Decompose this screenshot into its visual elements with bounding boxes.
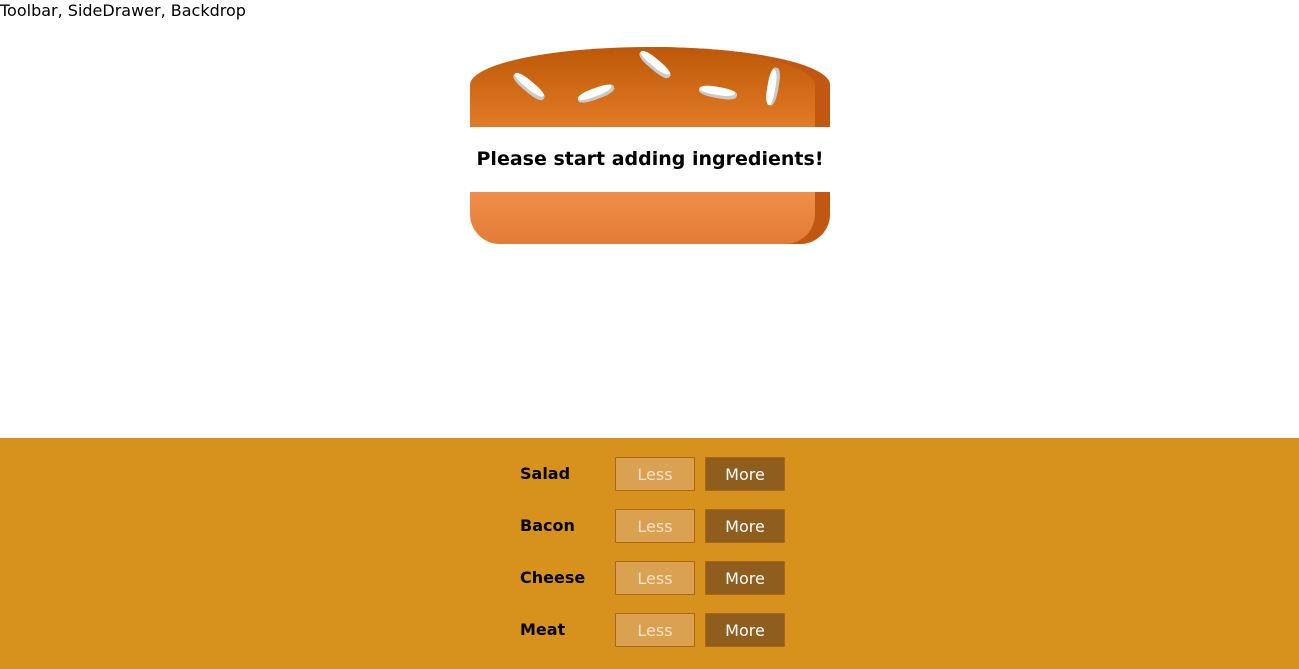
- control-row-meat: Meat Less More: [520, 613, 785, 647]
- less-button[interactable]: Less: [615, 457, 695, 491]
- seed: [576, 81, 616, 106]
- less-button[interactable]: Less: [615, 561, 695, 595]
- empty-burger-message: Please start adding ingredients!: [476, 148, 824, 170]
- build-controls: Salad Less More Bacon Less More Cheese L…: [0, 438, 1299, 669]
- seed: [764, 66, 782, 107]
- seed: [698, 83, 738, 102]
- layout-placeholder-text: Toolbar, SideDrawer, Backdrop: [0, 1, 246, 20]
- control-label: Salad: [520, 464, 571, 483]
- less-button[interactable]: Less: [615, 613, 695, 647]
- more-button[interactable]: More: [705, 509, 785, 543]
- control-label: Cheese: [520, 568, 586, 587]
- seed: [636, 48, 674, 81]
- more-button[interactable]: More: [705, 457, 785, 491]
- control-row-salad: Salad Less More: [520, 457, 785, 491]
- control-label: Meat: [520, 620, 566, 639]
- control-label: Bacon: [520, 516, 575, 535]
- seed: [510, 70, 548, 103]
- more-button[interactable]: More: [705, 561, 785, 595]
- bread-bottom: [470, 192, 830, 244]
- burger-preview: Please start adding ingredients!: [470, 47, 830, 244]
- control-row-cheese: Cheese Less More: [520, 561, 785, 595]
- control-row-bacon: Bacon Less More: [520, 509, 785, 543]
- more-button[interactable]: More: [705, 613, 785, 647]
- less-button[interactable]: Less: [615, 509, 695, 543]
- bread-top: [470, 47, 830, 127]
